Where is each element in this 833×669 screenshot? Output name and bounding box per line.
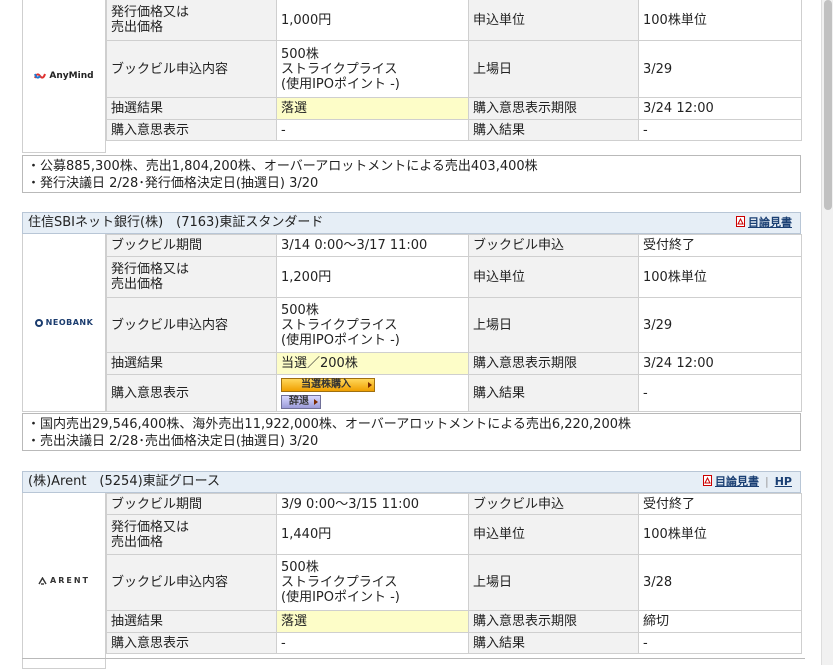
label-price: 発行価格又は 売出価格 [106, 0, 277, 41]
pdf-icon [703, 475, 712, 486]
bookbuild-apply-value: 受付終了 [638, 493, 802, 515]
deadline-value: 3/24 12:00 [638, 352, 802, 375]
note-line: ・発行決議日 2/28･発行価格決定日(抽選日) 3/20 [27, 176, 319, 191]
buy-winning-shares-button[interactable]: 当選株購入 [281, 378, 375, 392]
label-unit: 申込単位 [468, 514, 639, 555]
listing-value: 3/28 [638, 554, 802, 611]
note-line: ・売出決議日 2/28･売出価格決定日(抽選日) 3/20 [27, 434, 319, 449]
label-deadline: 購入意思表示期限 [468, 610, 639, 633]
label-listing: 上場日 [468, 554, 639, 611]
label-unit: 申込単位 [468, 0, 639, 41]
company-logo-neobank: NEOBANK [22, 234, 106, 412]
price-value: 1,000円 [276, 0, 469, 41]
lottery-value: 落選 [276, 97, 469, 120]
content-value: 500株 ストライクプライス (使用IPOポイント -) [276, 554, 469, 611]
label-period: ブックビル期間 [106, 493, 277, 515]
vertical-scrollbar[interactable] [821, 0, 833, 665]
purchase-value: - [638, 632, 802, 654]
scrollbar-thumb[interactable] [824, 0, 832, 210]
ipo-table-arent: ブックビル期間 3/9 0:00〜3/15 11:00 ブックビル申込 受付終了… [106, 493, 802, 654]
period-value: 3/9 0:00〜3/15 11:00 [276, 493, 469, 515]
label-period: ブックビル期間 [106, 234, 277, 257]
label-deadline: 購入意思表示期限 [468, 352, 639, 375]
link-separator: | [765, 475, 769, 488]
arrow-right-icon [368, 382, 372, 388]
label-listing: 上場日 [468, 297, 639, 353]
listing-value: 3/29 [638, 297, 802, 353]
label-intent: 購入意思表示 [106, 632, 277, 654]
ipo-header: 住信SBIネット銀行(株) (7163)東証スタンダード 目論見書 [22, 212, 801, 234]
label-lottery: 抽選結果 [106, 97, 277, 120]
label-purchase: 購入結果 [468, 119, 639, 141]
company-title: 住信SBIネット銀行(株) (7163)東証スタンダード [28, 215, 324, 230]
label-price: 発行価格又は 売出価格 [106, 256, 277, 298]
label-purchase: 購入結果 [468, 374, 639, 412]
note-line: ・公募885,300株、売出1,804,200株、オーバーアロットメントによる売… [27, 159, 538, 174]
period-value: 3/14 0:00〜3/17 11:00 [276, 234, 469, 257]
content-value: 500株 ストライクプライス (使用IPOポイント -) [276, 40, 469, 98]
ipo-block-sbi: 住信SBIネット銀行(株) (7163)東証スタンダード 目論見書 NEOBAN… [22, 212, 802, 451]
note-line: ・国内売出29,546,400株、海外売出11,922,000株、オーバーアロッ… [27, 417, 631, 432]
note-anymind: ・公募885,300株、売出1,804,200株、オーバーアロットメントによる売… [22, 155, 801, 193]
arrow-right-icon [314, 399, 318, 405]
prospectus-link[interactable]: 目論見書 [715, 475, 759, 488]
company-title: (株)Arent (5254)東証グロース [28, 474, 221, 489]
label-listing: 上場日 [468, 40, 639, 98]
label-bookbuild-apply: ブックビル申込 [468, 234, 639, 257]
label-intent: 購入意思表示 [106, 374, 277, 412]
bookbuild-apply-value: 受付終了 [638, 234, 802, 257]
pdf-icon [736, 216, 745, 227]
label-deadline: 購入意思表示期限 [468, 97, 639, 120]
lottery-value: 落選 [276, 610, 469, 633]
lottery-value: 当選／200株 [276, 352, 469, 375]
arent-logo-text: ARENT [50, 576, 90, 585]
note-sbi: ・国内売出29,546,400株、海外売出11,922,000株、オーバーアロッ… [22, 413, 801, 451]
intent-value: - [276, 632, 469, 654]
label-unit: 申込単位 [468, 256, 639, 298]
intent-value: - [276, 119, 469, 141]
label-price: 発行価格又は 売出価格 [106, 514, 277, 555]
header-links: 目論見書 [736, 213, 792, 233]
deadline-value: 3/24 12:00 [638, 97, 802, 120]
ipo-header: (株)Arent (5254)東証グロース 目論見書 | HP [22, 471, 801, 493]
purchase-value: - [638, 119, 802, 141]
label-intent: 購入意思表示 [106, 119, 277, 141]
listing-value: 3/29 [638, 40, 802, 98]
deadline-value: 締切 [638, 610, 802, 633]
ipo-table-sbi: ブックビル期間 3/14 0:00〜3/17 11:00 ブックビル申込 受付終… [106, 234, 802, 412]
header-links: 目論見書 | HP [703, 472, 792, 492]
label-lottery: 抽選結果 [106, 352, 277, 375]
unit-value: 100株単位 [638, 514, 802, 555]
price-value: 1,440円 [276, 514, 469, 555]
price-value: 1,200円 [276, 256, 469, 298]
arent-logo-icon [38, 576, 47, 585]
label-purchase: 購入結果 [468, 632, 639, 654]
neobank-logo-icon [34, 318, 43, 327]
anymind-logo-icon [34, 73, 47, 79]
next-note-cut-off [22, 658, 805, 669]
content-value: 500株 ストライクプライス (使用IPOポイント -) [276, 297, 469, 353]
anymind-logo-text: AnyMind [49, 71, 94, 81]
decline-button[interactable]: 辞退 [281, 395, 321, 409]
neobank-logo-text: NEOBANK [45, 318, 94, 327]
prospectus-link[interactable]: 目論見書 [748, 216, 792, 229]
company-logo-arent: ARENT [22, 493, 106, 669]
intent-buttons: 当選株購入 辞退 [276, 374, 469, 412]
purchase-value: - [638, 374, 802, 412]
label-content: ブックビル申込内容 [106, 554, 277, 611]
unit-value: 100株単位 [638, 256, 802, 298]
label-lottery: 抽選結果 [106, 610, 277, 633]
label-content: ブックビル申込内容 [106, 40, 277, 98]
unit-value: 100株単位 [638, 0, 802, 41]
label-bookbuild-apply: ブックビル申込 [468, 493, 639, 515]
ipo-table-anymind: 発行価格又は 売出価格 1,000円 申込単位 100株単位 ブックビル申込内容… [106, 0, 802, 141]
homepage-link[interactable]: HP [775, 475, 792, 488]
ipo-block-arent: (株)Arent (5254)東証グロース 目論見書 | HP ARENT ブックビ… [22, 471, 802, 669]
company-logo-anymind: AnyMind [22, 0, 106, 153]
label-content: ブックビル申込内容 [106, 297, 277, 353]
